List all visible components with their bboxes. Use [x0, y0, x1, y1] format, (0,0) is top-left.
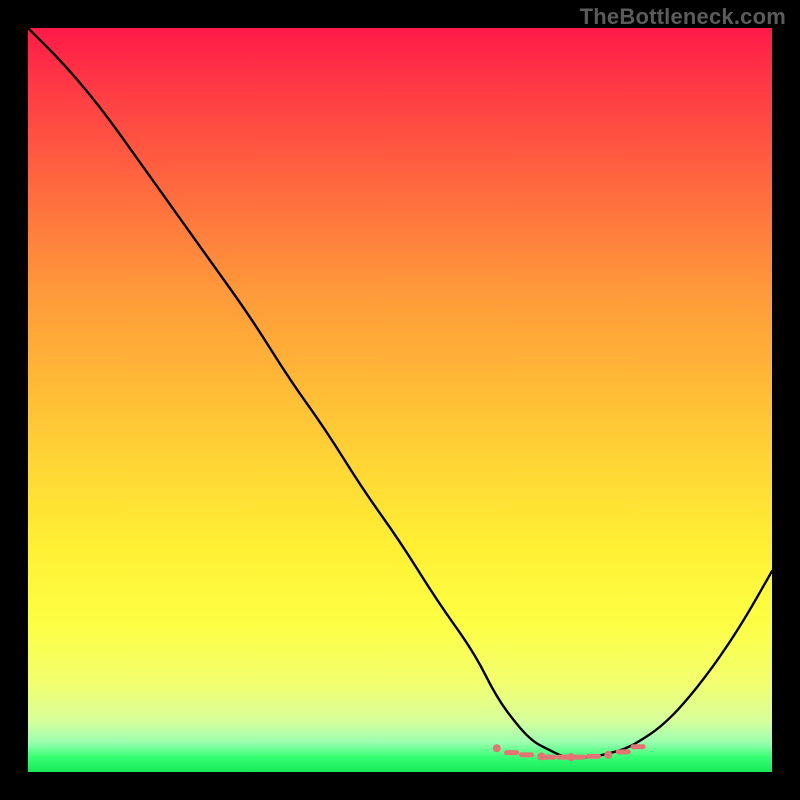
- chart-gradient-background: [28, 28, 772, 772]
- chart-frame: TheBottleneck.com: [0, 0, 800, 800]
- watermark-text: TheBottleneck.com: [580, 4, 786, 30]
